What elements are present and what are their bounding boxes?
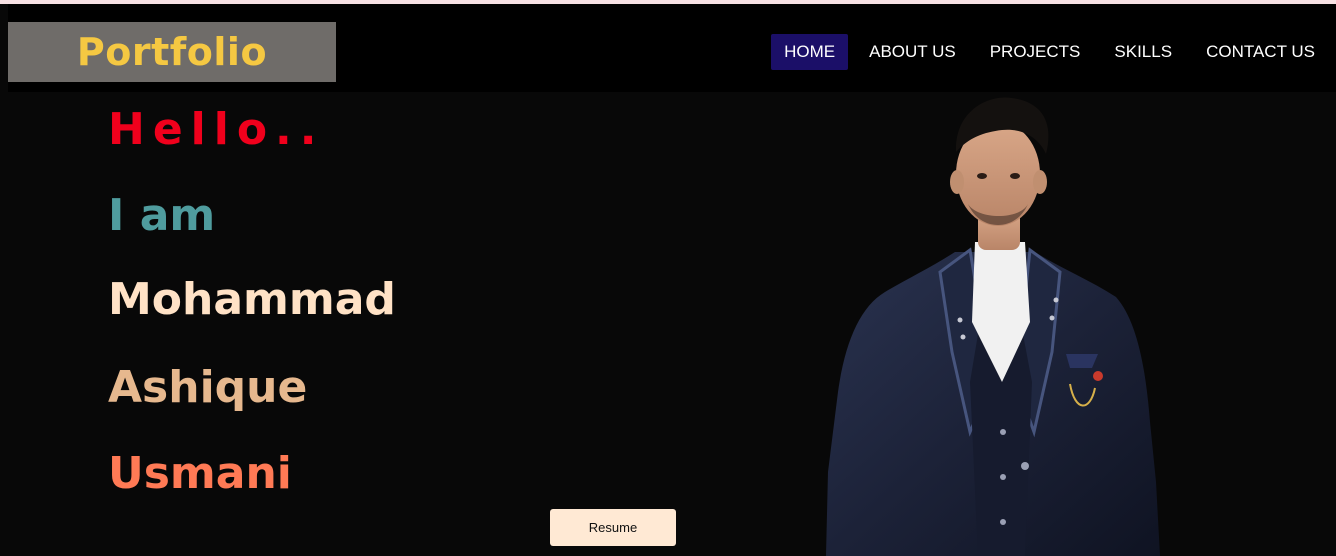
nav-link-home[interactable]: HOME — [771, 34, 849, 70]
last-name-text: Usmani — [108, 448, 292, 499]
nav-link-contact-us[interactable]: CONTACT US — [1193, 34, 1328, 70]
nav-link-projects[interactable]: PROJECTS — [977, 34, 1094, 70]
resume-button[interactable]: Resume — [550, 509, 676, 546]
navbar: Portfolio HOME ABOUT US PROJECTS SKILLS … — [8, 4, 1336, 92]
portfolio-page: Portfolio HOME ABOUT US PROJECTS SKILLS … — [0, 0, 1336, 556]
brand-logo[interactable]: Portfolio — [8, 22, 336, 82]
brand-title: Portfolio — [76, 30, 268, 74]
greeting-text: Hello.. — [108, 104, 325, 155]
middle-name-text: Ashique — [108, 362, 308, 413]
person-portrait-image — [826, 97, 1160, 556]
intro-text: I am — [108, 190, 216, 241]
first-name-text: Mohammad — [108, 274, 396, 325]
nav-link-skills[interactable]: SKILLS — [1101, 34, 1185, 70]
nav-links: HOME ABOUT US PROJECTS SKILLS CONTACT US — [771, 34, 1328, 70]
nav-link-about-us[interactable]: ABOUT US — [856, 34, 969, 70]
